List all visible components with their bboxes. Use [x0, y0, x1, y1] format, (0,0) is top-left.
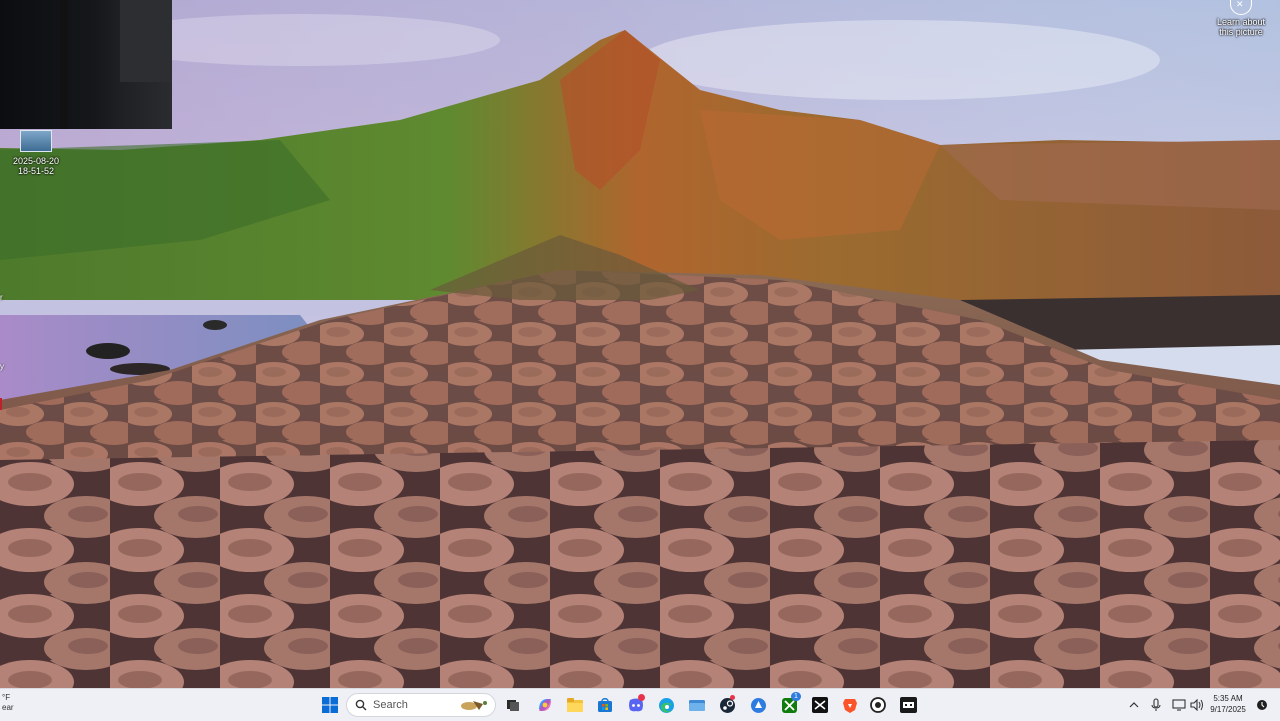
desktop-wallpaper	[0, 0, 1280, 688]
quick-settings-button[interactable]	[1166, 693, 1210, 717]
files-app-icon	[689, 700, 705, 711]
learn-label-line1: Learn about	[1216, 17, 1266, 27]
taskbar-search-box[interactable]: Search	[346, 693, 496, 717]
desktop-file-label-line2: 18-51-52	[17, 166, 55, 176]
files-app-button[interactable]	[685, 693, 709, 717]
steam-notification-badge	[730, 695, 735, 700]
file-explorer-button[interactable]	[563, 693, 587, 717]
edge-button[interactable]	[654, 693, 678, 717]
task-view-icon	[507, 700, 519, 711]
search-label: Search	[373, 699, 408, 711]
github-button[interactable]	[866, 693, 890, 717]
volume-icon	[1190, 699, 1203, 711]
github-icon	[870, 697, 886, 713]
brave-icon	[843, 698, 857, 713]
start-button[interactable]	[318, 693, 342, 717]
webcam-background-door	[120, 0, 172, 82]
brave-button[interactable]	[838, 693, 862, 717]
file-explorer-icon	[567, 698, 583, 712]
discord-notification-badge	[638, 694, 645, 701]
notification-center-button[interactable]	[1252, 693, 1272, 717]
system-tray	[1126, 689, 1142, 721]
edge-icon	[658, 697, 674, 713]
edge-red-marker	[0, 398, 2, 410]
capcut-icon	[812, 697, 828, 713]
microsoft-store-icon	[598, 698, 612, 712]
xbox-notification-badge: 1	[791, 692, 801, 701]
video-app-button[interactable]	[896, 693, 920, 717]
app-button[interactable]	[746, 693, 770, 717]
copilot-icon	[539, 699, 551, 711]
microphone-button[interactable]	[1146, 693, 1166, 717]
clock-date: 9/17/2025	[1210, 705, 1246, 714]
desktop-file-label-line1: 2025-08-20	[12, 156, 60, 166]
video-file-thumbnail-icon	[20, 130, 52, 152]
notification-icon	[1257, 700, 1267, 710]
video-app-icon	[899, 697, 917, 713]
weather-widget[interactable]: °F ear	[2, 693, 14, 713]
taskbar: °F ear Search 1 5:35 AM 9/17/2025	[0, 688, 1280, 721]
weather-temp: °F	[2, 693, 11, 702]
xbox-button[interactable]: 1	[777, 692, 801, 717]
wallpaper-landscape	[0, 0, 1280, 688]
edge-text-fragment: y	[0, 362, 4, 371]
learn-about-picture-button[interactable]: Learn about this picture	[1212, 0, 1270, 37]
search-icon	[355, 699, 367, 711]
clock-time: 5:35 AM	[1213, 694, 1243, 703]
windows-logo-icon	[322, 697, 338, 713]
steam-button[interactable]	[715, 693, 739, 717]
search-highlight-art-icon	[461, 701, 487, 710]
weather-condition: ear	[2, 703, 14, 712]
learn-label-line2: this picture	[1219, 27, 1263, 37]
discord-button[interactable]	[624, 693, 648, 717]
webcam-door-frame	[60, 0, 68, 129]
spotlight-icon	[1230, 0, 1252, 15]
taskbar-clock[interactable]: 5:35 AM 9/17/2025	[1206, 693, 1250, 715]
chevron-up-icon	[1129, 702, 1139, 708]
microphone-icon	[1151, 698, 1161, 711]
microsoft-store-button[interactable]	[593, 693, 617, 717]
edge-text-fragment: r	[0, 293, 3, 302]
webcam-overlay	[0, 0, 172, 129]
capcut-button[interactable]	[808, 693, 832, 717]
show-hidden-icons-button[interactable]	[1126, 693, 1142, 717]
network-icon	[1172, 699, 1186, 711]
app-icon	[750, 697, 766, 713]
desktop-file-icon[interactable]: 2025-08-20 18-51-52	[8, 130, 64, 176]
task-view-button[interactable]	[501, 693, 525, 717]
copilot-button[interactable]	[533, 693, 557, 717]
